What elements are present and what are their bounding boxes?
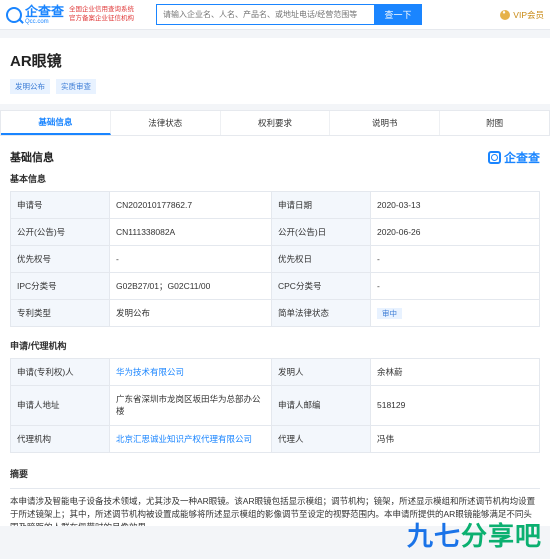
field-value: 广东省深圳市龙岗区坂田华为总部办公楼 bbox=[109, 385, 272, 426]
field-value: - bbox=[109, 245, 272, 273]
basic-info-subtitle: 基本信息 bbox=[10, 174, 47, 184]
search-box: 查一下 bbox=[156, 4, 423, 25]
field-label: 公开(公告)号 bbox=[10, 218, 110, 246]
search-button[interactable]: 查一下 bbox=[374, 4, 423, 25]
patent-header: AR眼镜 发明公布 实质审查 bbox=[0, 38, 550, 104]
field-label: 申请号 bbox=[10, 191, 110, 219]
tab-claims[interactable]: 权利要求 bbox=[221, 111, 331, 135]
main-content: 基础信息 企查查 基本信息 申请号 CN202010177862.7 申请日期 … bbox=[0, 136, 550, 526]
agency-table: 申请(专利权)人 华为技术有限公司 发明人 余林蔚 申请人地址 广东省深圳市龙岗… bbox=[10, 358, 540, 453]
qcc-logo[interactable]: 企查查 Qcc.com bbox=[6, 5, 64, 25]
tag-publication: 发明公布 bbox=[10, 79, 50, 94]
top-bar: 企查查 Qcc.com 全国企业信用查询系统 官方备案企业征信机构 查一下 VI… bbox=[0, 0, 550, 30]
field-label: IPC分类号 bbox=[10, 272, 110, 300]
section-title: 基础信息 bbox=[10, 152, 54, 164]
field-label: 公开(公告)日 bbox=[271, 218, 371, 246]
vip-link[interactable]: VIP会员 bbox=[500, 9, 544, 21]
field-value: CN202010177862.7 bbox=[109, 191, 272, 219]
magnifier-logo-icon bbox=[6, 6, 22, 23]
brand-label: 企查查 bbox=[503, 150, 540, 165]
tab-description[interactable]: 说明书 bbox=[330, 111, 441, 135]
field-label: 专利类型 bbox=[10, 299, 110, 327]
tagline-line1: 全国企业信用查询系统 bbox=[69, 6, 135, 14]
agency-link[interactable]: 北京汇思诚业知识产权代理有限公司 bbox=[116, 434, 252, 444]
field-value: 余林蔚 bbox=[370, 358, 540, 386]
watermark-part2: 分享吧 bbox=[460, 521, 542, 551]
table-row: 专利类型 发明公布 简单法律状态 审中 bbox=[10, 299, 540, 327]
status-tags: 发明公布 实质审查 bbox=[10, 79, 540, 94]
table-row: 申请号 CN202010177862.7 申请日期 2020-03-13 bbox=[10, 191, 540, 219]
vip-label: VIP会员 bbox=[513, 9, 544, 20]
field-label: 申请日期 bbox=[271, 191, 371, 219]
agency-subtitle: 申请/代理机构 bbox=[10, 341, 67, 351]
logo-en: Qcc.com bbox=[25, 18, 49, 25]
applicant-link[interactable]: 华为技术有限公司 bbox=[116, 367, 184, 377]
field-label: 代理机构 bbox=[10, 425, 110, 453]
table-row: 公开(公告)号 CN111338082A 公开(公告)日 2020-06-26 bbox=[10, 218, 540, 246]
table-row: 申请(专利权)人 华为技术有限公司 发明人 余林蔚 bbox=[10, 358, 540, 386]
tab-legal-status[interactable]: 法律状态 bbox=[111, 111, 221, 135]
field-label: CPC分类号 bbox=[271, 272, 371, 300]
tagline-line2: 官方备案企业征信机构 bbox=[69, 14, 135, 22]
table-row: IPC分类号 G02B27/01；G02C11/00 CPC分类号 - bbox=[10, 272, 540, 300]
qcc-brand: 企查查 bbox=[487, 149, 540, 166]
table-row: 申请人地址 广东省深圳市龙岗区坂田华为总部办公楼 申请人邮编 518129 bbox=[10, 385, 540, 426]
field-value: 冯伟 bbox=[370, 425, 540, 453]
field-label: 申请(专利权)人 bbox=[10, 358, 110, 386]
abstract-title: 摘要 bbox=[10, 469, 29, 479]
field-label: 优先权日 bbox=[271, 245, 371, 273]
field-value: 2020-03-13 bbox=[370, 191, 540, 219]
legal-status-badge: 审中 bbox=[377, 307, 402, 319]
field-label: 申请人邮编 bbox=[271, 385, 371, 426]
logo-cn: 企查查 bbox=[25, 3, 65, 19]
basic-info-table: 申请号 CN202010177862.7 申请日期 2020-03-13 公开(… bbox=[10, 191, 540, 327]
field-value: - bbox=[370, 272, 540, 300]
logo-tagline: 全国企业信用查询系统 官方备案企业征信机构 bbox=[69, 6, 134, 22]
qcc-brand-icon bbox=[487, 150, 501, 164]
field-value: 审中 bbox=[370, 299, 540, 327]
field-label: 发明人 bbox=[271, 358, 371, 386]
table-row: 优先权号 - 优先权日 - bbox=[10, 245, 540, 273]
field-value: CN111338082A bbox=[109, 218, 272, 246]
field-label: 代理人 bbox=[271, 425, 371, 453]
field-value: 发明公布 bbox=[109, 299, 272, 327]
search-input[interactable] bbox=[156, 4, 375, 25]
tab-basic-info[interactable]: 基础信息 bbox=[1, 111, 111, 135]
field-label: 申请人地址 bbox=[10, 385, 110, 426]
field-value: G02B27/01；G02C11/00 bbox=[109, 272, 272, 300]
tab-bar: 基础信息 法律状态 权利要求 说明书 附图 bbox=[0, 110, 550, 136]
field-label: 简单法律状态 bbox=[271, 299, 371, 327]
tag-examination: 实质审查 bbox=[56, 79, 96, 94]
field-value: 北京汇思诚业知识产权代理有限公司 bbox=[109, 425, 272, 453]
tab-drawings[interactable]: 附图 bbox=[440, 111, 549, 135]
field-value: 2020-06-26 bbox=[370, 218, 540, 246]
field-label: 优先权号 bbox=[10, 245, 110, 273]
diamond-icon bbox=[500, 9, 511, 20]
field-value: 华为技术有限公司 bbox=[109, 358, 272, 386]
field-value: 518129 bbox=[370, 385, 540, 426]
table-row: 代理机构 北京汇思诚业知识产权代理有限公司 代理人 冯伟 bbox=[10, 425, 540, 453]
field-value: - bbox=[370, 245, 540, 273]
watermark-part1: 九七 bbox=[406, 521, 461, 551]
page-title: AR眼镜 bbox=[10, 53, 62, 70]
watermark-logo: 九七分享吧 bbox=[407, 516, 542, 553]
